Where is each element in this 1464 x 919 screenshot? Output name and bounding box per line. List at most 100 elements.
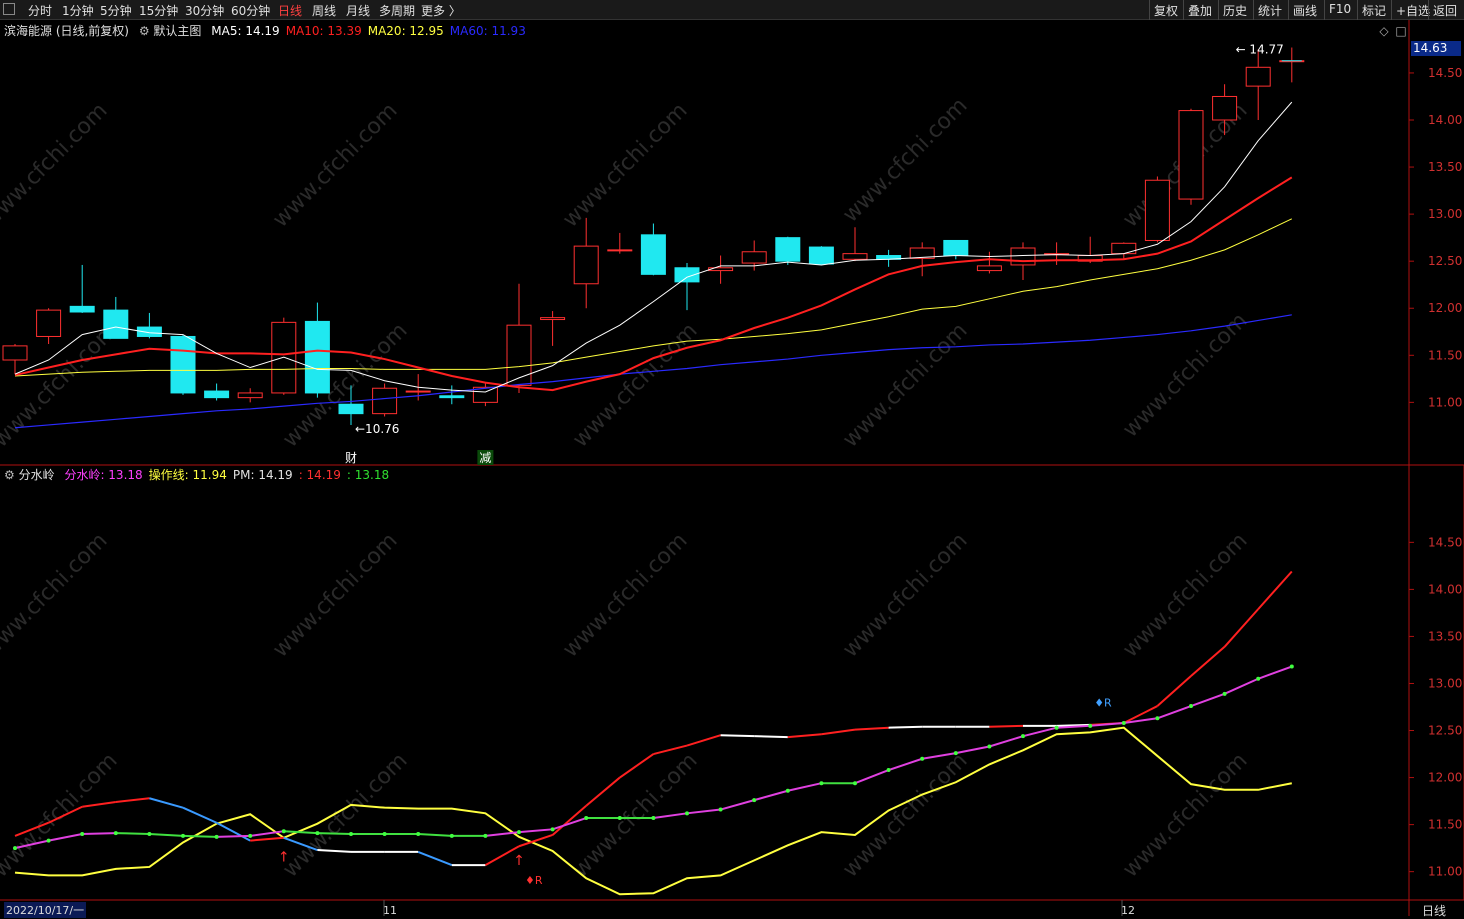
watershed-point <box>483 833 488 838</box>
watermark-text-8: www.cfchi.com <box>838 528 972 662</box>
pm-line-segment <box>182 806 218 824</box>
watershed-point <box>1189 704 1193 709</box>
watermark-text-6: www.cfchi.com <box>268 528 402 662</box>
watershed-line-segment <box>955 745 990 755</box>
watershed-line-segment <box>48 833 83 842</box>
pm-line-segment <box>115 797 150 804</box>
candle-body <box>372 387 398 415</box>
stock-chart-canvas[interactable]: www.cfchi.com www.cfchi.com www.cfchi.com w… <box>0 0 1464 916</box>
candle-body <box>304 320 330 394</box>
watershed-point <box>886 768 891 773</box>
ma10-line <box>14 176 1293 392</box>
watermark-text-15: www.cfchi.com <box>0 748 123 882</box>
sub-y-tick-label-3: 12.50 <box>1428 724 1462 738</box>
watershed-line-segment <box>753 789 789 802</box>
low-price-annotation: ←10.76 <box>355 422 399 436</box>
watershed-point <box>1256 676 1261 681</box>
watershed-line-segment <box>787 782 822 792</box>
current-price-tag: 14.63 <box>1411 41 1461 56</box>
watershed-point <box>819 781 824 786</box>
main-y-tick-label-3: 12.50 <box>1428 254 1462 268</box>
watershed-point <box>1088 723 1093 728</box>
watermark-text-9: www.cfchi.com <box>1118 528 1252 662</box>
watershed-line-segment <box>1190 692 1225 707</box>
candle-body <box>103 309 129 339</box>
sub-y-tick-label-5: 13.50 <box>1428 629 1462 643</box>
pm-line-segment <box>250 836 284 842</box>
watershed-point <box>315 831 320 836</box>
ma60-line <box>14 314 1292 429</box>
main-y-tick-label-7: 14.50 <box>1428 66 1462 80</box>
high-price-annotation: ← 14.77 <box>1236 43 1284 57</box>
watershed-point <box>147 832 152 837</box>
watershed-point <box>46 838 51 843</box>
candle-body <box>1010 247 1036 266</box>
candle-body <box>439 395 465 399</box>
watershed-line-segment <box>653 812 688 820</box>
candle-body <box>2 345 28 361</box>
pm-line-segment <box>821 728 856 736</box>
watershed-point <box>718 807 723 812</box>
candle-body <box>170 335 196 394</box>
watershed-line-segment <box>317 832 352 836</box>
watershed-point <box>214 834 219 839</box>
candle-body <box>573 245 599 285</box>
pm-line-segment <box>149 797 184 809</box>
candle-body <box>976 265 1002 272</box>
buy-arrow-2: ↑ <box>513 853 525 869</box>
watershed-point <box>651 816 656 821</box>
pm-line-segment <box>720 734 755 738</box>
sub-y-tick-label-1: 11.50 <box>1428 818 1462 832</box>
watershed-point <box>617 816 622 821</box>
watershed-line-segment <box>82 832 116 836</box>
watermark-text-0: www.cfchi.com <box>0 98 113 232</box>
pm-line-segment <box>787 733 822 739</box>
watershed-point <box>449 833 454 838</box>
watermark-text-1: www.cfchi.com <box>268 98 402 232</box>
watermark-text-5: www.cfchi.com <box>0 528 113 662</box>
watershed-line-segment <box>418 833 452 837</box>
watershed-point <box>920 756 925 761</box>
watershed-point <box>1222 691 1227 696</box>
pm-line-segment <box>686 734 721 747</box>
watershed-line-segment <box>1157 705 1192 720</box>
watershed-line-segment <box>216 834 251 838</box>
watershed-point <box>987 744 992 749</box>
watershed-point <box>1155 716 1160 721</box>
candle-body <box>237 392 263 399</box>
watermark-text-14: www.cfchi.com <box>1118 308 1252 442</box>
pm-line-segment <box>216 821 251 842</box>
watershed-point <box>517 830 521 835</box>
pm-line-segment <box>888 725 923 729</box>
candle-body <box>69 305 95 313</box>
candle-body <box>1178 110 1204 200</box>
candle-body <box>1111 242 1137 255</box>
pm-line-segment <box>417 850 453 866</box>
watershed-point <box>349 832 353 837</box>
watershed-point <box>584 816 589 821</box>
watershed-point <box>13 846 17 851</box>
watershed-point <box>1121 720 1126 725</box>
watershed-line-segment <box>720 799 755 811</box>
watermark-text-19: www.cfchi.com <box>1118 748 1252 882</box>
watermark-text-3: www.cfchi.com <box>838 93 972 227</box>
candle-body <box>36 309 62 337</box>
pm-line-segment <box>1190 646 1226 677</box>
candle-body <box>1212 95 1238 121</box>
event-marker-reduce: 减 <box>479 451 491 465</box>
event-marker-finance: 财 <box>345 451 357 465</box>
watershed-point <box>181 833 185 838</box>
sub-y-tick-label-7: 14.50 <box>1428 535 1462 549</box>
watershed-point <box>113 831 118 836</box>
watershed-point <box>80 832 85 837</box>
candle-body <box>338 403 364 415</box>
main-y-tick-label-5: 13.50 <box>1428 160 1462 174</box>
sub-y-tick-label-6: 14.00 <box>1428 582 1462 596</box>
pm-line-segment <box>854 726 889 731</box>
signal-label-2: ♦R <box>1094 696 1112 709</box>
watermark-text-7: www.cfchi.com <box>558 528 692 662</box>
candle-body <box>842 253 868 260</box>
watershed-line-segment <box>989 735 1024 748</box>
month-label-nov: 11 <box>383 904 397 916</box>
watershed-line-segment <box>115 832 150 836</box>
